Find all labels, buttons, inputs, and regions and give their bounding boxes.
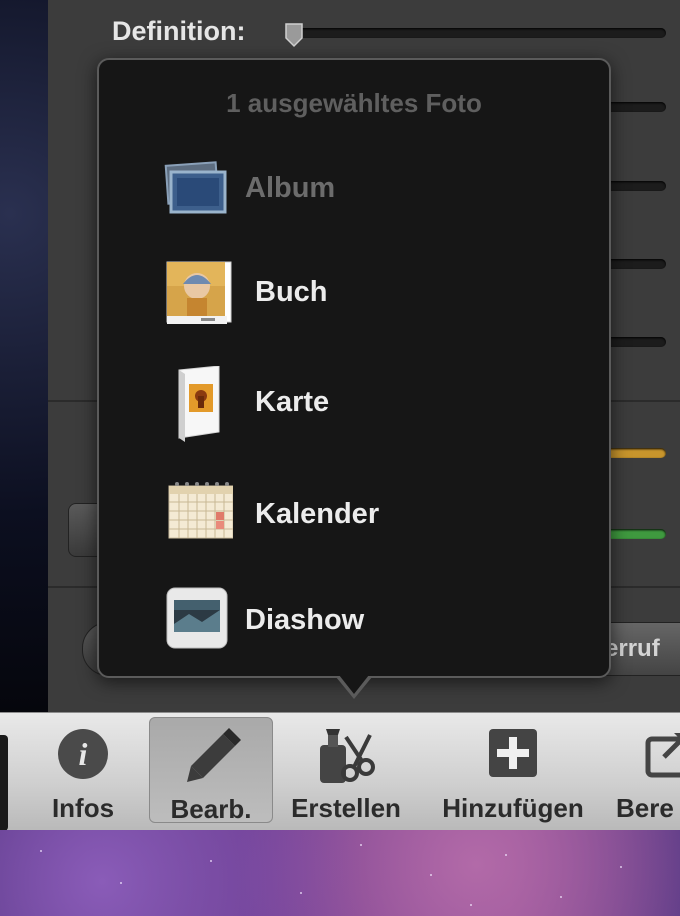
svg-text:i: i [79,736,88,772]
create-icon [320,729,375,783]
album-icon [164,161,227,214]
toolbar-edge [0,735,8,831]
definition-slider-knob[interactable] [284,22,304,48]
info-icon: i [58,729,108,779]
pencil-icon [187,728,241,782]
toolbar-info-button[interactable]: i Infos [30,713,136,827]
slideshow-icon [166,587,228,649]
menu-item-label: Buch [255,276,328,308]
definition-slider[interactable] [286,28,666,38]
bottom-toolbar: i Infos Bearb. Erstellen Hinzufügen Bere [0,712,680,831]
calendar-icon [168,482,233,539]
popover-title: 1 ausgewähltes Foto [226,88,482,118]
card-icon [178,366,220,442]
add-icon [489,729,537,777]
menu-item-label: Diashow [245,604,365,636]
toolbar-edit-button[interactable]: Bearb. [149,717,273,824]
toolbar-add-button[interactable]: Hinzufügen [425,713,601,827]
definition-label: Definition: [112,16,246,46]
menu-item-album[interactable]: Album [149,152,589,242]
toolbar-create-button[interactable]: Erstellen [280,713,412,827]
create-popover: 1 ausgewähltes Foto Album Buch Karte Kal… [97,58,611,678]
toolbar-label: Infos [51,793,115,823]
toolbar-label: Erstellen [291,793,401,823]
share-icon [645,733,680,778]
desktop-wallpaper [0,830,680,916]
book-icon [166,261,232,324]
menu-item-slideshow[interactable]: Diashow [149,584,589,674]
photo-preview [0,0,48,712]
toolbar-label: Hinzufügen [442,793,584,823]
toolbar-share-button[interactable]: Bere [610,713,680,827]
menu-item-card[interactable]: Karte [149,366,589,456]
toolbar-label: Bearb. [170,794,252,824]
menu-item-label: Kalender [255,498,380,530]
menu-item-book[interactable]: Buch [149,256,589,346]
toolbar-label: Bere [616,793,674,823]
menu-item-label: Karte [255,386,330,418]
menu-item-calendar[interactable]: Kalender [149,478,589,568]
menu-item-label: Album [245,172,336,204]
popover-arrow-inner [339,675,369,694]
